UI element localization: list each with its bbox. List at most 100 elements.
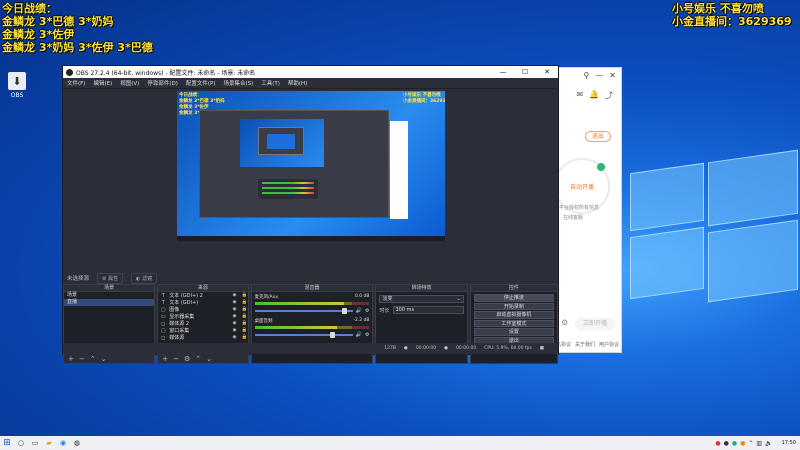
pin-icon[interactable]: ⚲ — [583, 71, 589, 80]
desktop-shortcut[interactable]: ⬇ OBS — [5, 72, 29, 99]
search-icon[interactable]: ○ — [14, 438, 28, 448]
gear-icon[interactable]: ⚙ — [184, 355, 190, 363]
menu-scene-collection[interactable]: 场景集合(S) — [223, 79, 253, 87]
gear-icon[interactable]: ⚙ — [365, 332, 369, 338]
live-time: 00:00:00 — [415, 346, 437, 351]
transition-select[interactable]: 淡变 ⌄ — [379, 295, 464, 303]
mail-icon[interactable]: ✉ — [576, 90, 583, 101]
eye-icon[interactable]: ◉ — [233, 335, 239, 340]
bell-icon[interactable]: 🔔 — [589, 90, 599, 101]
start-virtual-camera-button[interactable]: 启动虚拟摄像机 — [473, 311, 555, 319]
menu-profile[interactable]: 配置文件(P) — [186, 79, 216, 87]
remove-icon[interactable]: − — [173, 355, 179, 363]
source-toolbar: 未选择源 ⚙ 属性 ◐ 滤镜 — [63, 272, 558, 284]
obs-taskbar-icon[interactable]: ◍ — [70, 438, 84, 448]
up-icon[interactable]: ⌃ — [195, 355, 201, 363]
source-item[interactable]: ▢ 图像 ◉ 🔒 — [158, 306, 248, 314]
taskbar-clock[interactable]: 17:50 — [782, 440, 796, 446]
tray-app-icon[interactable]: ● — [732, 440, 737, 447]
down-icon[interactable]: ⌄ — [101, 355, 107, 363]
obs-titlebar[interactable]: OBS 27.2.4 (64-bit, windows) - 配置文件: 未命名… — [63, 66, 558, 78]
eye-icon[interactable]: ◉ — [233, 314, 239, 319]
tray-app-icon[interactable]: ● — [724, 440, 729, 447]
scene-item[interactable]: 场景 — [64, 292, 154, 299]
properties-button[interactable]: ⚙ 属性 — [97, 272, 124, 284]
exit-button[interactable]: 退出 — [585, 131, 611, 142]
maximize-button[interactable]: ☐ — [514, 68, 536, 76]
footer-link-agreement[interactable]: 用户协议 — [599, 341, 619, 348]
filters-button[interactable]: ◐ 滤镜 — [131, 272, 158, 284]
add-icon[interactable]: + — [68, 355, 74, 363]
volume-slider[interactable] — [254, 332, 353, 338]
lock-icon[interactable]: 🔒 — [242, 314, 248, 319]
start-live-button[interactable]: 立即开播 — [575, 318, 615, 330]
source-item[interactable]: ◻ 媒体源 2 ◉ 🔒 — [158, 320, 248, 328]
duration-input[interactable]: 300 ms — [392, 306, 464, 314]
add-icon[interactable]: + — [162, 355, 168, 363]
menu-docks[interactable]: 停靠部件(D) — [147, 79, 178, 87]
source-item[interactable]: T 文本 (GDI+) 2 ◉ 🔒 — [158, 292, 248, 300]
menu-tools[interactable]: 工具(T) — [261, 79, 280, 87]
speaker-icon[interactable]: 🔊 — [356, 308, 362, 314]
audio-meter — [254, 302, 370, 305]
lock-icon[interactable]: 🔒 — [242, 321, 248, 326]
source-item[interactable]: ▭ 显示器采集 ◉ 🔒 — [158, 313, 248, 321]
menu-help[interactable]: 帮助(H) — [288, 79, 307, 87]
menu-view[interactable]: 视图(V) — [120, 79, 139, 87]
browser-icon[interactable]: ◉ — [56, 438, 70, 448]
lock-icon[interactable]: 🔒 — [242, 328, 248, 333]
source-item[interactable]: ◻ 媒体源 ◉ 🔒 — [158, 334, 248, 342]
remove-icon[interactable]: − — [79, 355, 85, 363]
minimize-button[interactable]: — — [492, 68, 514, 76]
footer-link-about[interactable]: 关于我们 — [575, 341, 595, 348]
side-app-hint-1: 平台版权所有信息 — [559, 205, 600, 211]
share-icon[interactable]: ⤴ — [605, 90, 613, 101]
windows-logo — [608, 149, 800, 310]
menu-edit[interactable]: 编辑(E) — [93, 79, 112, 87]
source-type-icon: T — [161, 299, 165, 306]
studio-mode-button[interactable]: 工作室模式 — [473, 319, 555, 327]
close-icon[interactable]: ✕ — [609, 71, 616, 80]
source-item[interactable]: ▢ 窗口采集 ◉ 🔒 — [158, 327, 248, 335]
close-button[interactable]: ✕ — [536, 68, 558, 76]
lock-icon[interactable]: 🔒 — [242, 335, 248, 340]
stop-streaming-button[interactable]: 停止推流 — [473, 294, 555, 302]
eye-icon[interactable]: ◉ — [233, 293, 239, 298]
volume-knob[interactable] — [330, 332, 336, 338]
volume-knob[interactable] — [341, 308, 347, 314]
network-icon[interactable]: ▥ — [756, 440, 762, 447]
start-icon[interactable]: ⊞ — [0, 438, 14, 448]
start-recording-button[interactable]: 开始录制 — [473, 302, 555, 310]
gear-icon[interactable]: ⚙ — [365, 308, 369, 314]
down-icon[interactable]: ⌄ — [206, 355, 212, 363]
lock-icon[interactable]: 🔒 — [242, 300, 248, 305]
transition-selected-value: 淡变 — [382, 296, 393, 302]
task-view-icon[interactable]: ▭ — [28, 438, 42, 448]
eye-icon[interactable]: ◉ — [233, 300, 239, 305]
settings-gear-icon[interactable]: ⚙ — [561, 318, 568, 327]
volume-slider[interactable] — [254, 308, 353, 314]
folder-icon[interactable]: ▰ — [42, 438, 56, 448]
source-item[interactable]: T 文本 (GDI+) ◉ 🔒 — [158, 299, 248, 307]
live-icon: ● — [403, 346, 408, 351]
no-source-selected-label: 未选择源 — [67, 276, 90, 282]
up-icon[interactable]: ⌃ — [90, 355, 96, 363]
source-name: 图像 — [169, 307, 180, 313]
side-app-hint-2[interactable]: 在线客服 — [563, 214, 583, 221]
menu-file[interactable]: 文件(F) — [67, 79, 85, 87]
lock-icon[interactable]: 🔒 — [242, 293, 248, 298]
preview-canvas[interactable]: 今日战绩： 金鳞龙 3*巴德 3*奶妈 金鳞龙 3*佐伊 金鳞龙 3*奶妈 3*… — [177, 91, 445, 241]
eye-icon[interactable]: ◉ — [233, 307, 239, 312]
lock-icon[interactable]: 🔒 — [242, 307, 248, 312]
volume-icon[interactable]: 🔈 — [765, 440, 772, 447]
eye-icon[interactable]: ◉ — [233, 321, 239, 326]
tray-app-icon[interactable]: ● — [740, 440, 745, 447]
tray-app-icon[interactable]: ● — [715, 440, 720, 447]
speaker-icon[interactable]: 🔊 — [356, 332, 362, 338]
eye-icon[interactable]: ◉ — [233, 328, 239, 333]
chevron-up-icon[interactable]: ⌃ — [748, 440, 753, 447]
minimize-icon[interactable]: — — [595, 71, 603, 80]
scene-item-selected[interactable]: 直播 — [64, 299, 155, 306]
obs-logo-icon — [66, 68, 73, 76]
settings-button[interactable]: 设置 — [473, 328, 555, 336]
